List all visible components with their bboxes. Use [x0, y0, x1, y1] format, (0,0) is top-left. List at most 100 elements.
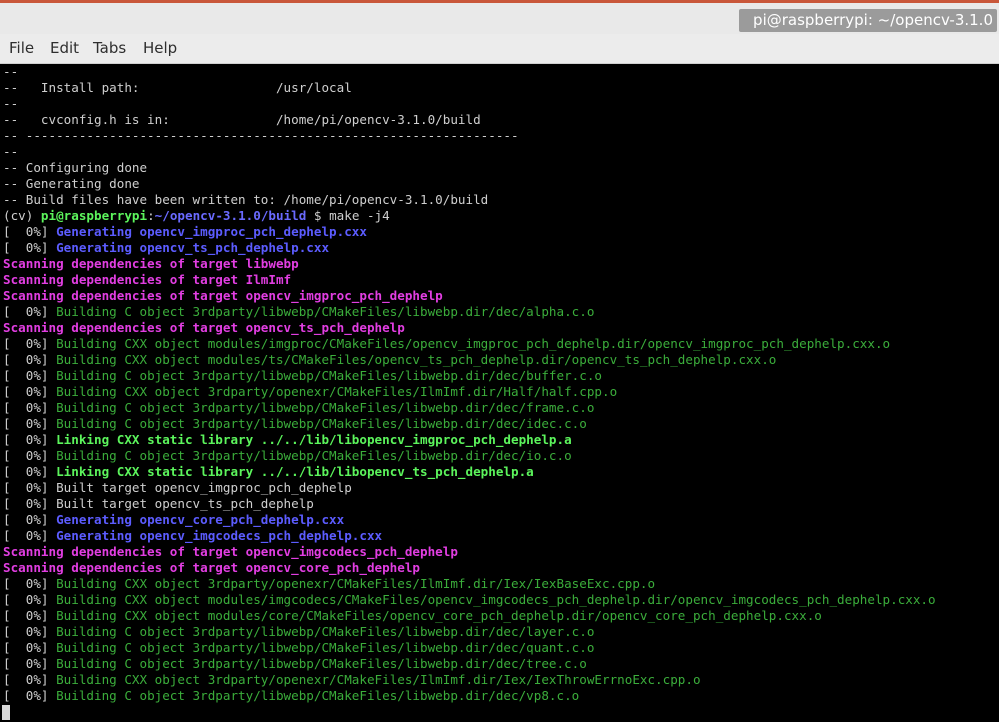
terminal-line: [ 0%] Generating opencv_imgcodecs_pch_de…: [3, 528, 936, 544]
build-message: Building C object 3rdparty/libwebp/CMake…: [56, 448, 572, 463]
progress-prefix: [ 0%]: [3, 432, 57, 447]
build-message: Building C object 3rdparty/libwebp/CMake…: [56, 640, 595, 655]
window-title: pi@raspberrypi: ~/opencv-3.1.0: [739, 9, 997, 32]
terminal-line: [ 0%] Built target opencv_ts_pch_dephelp: [3, 496, 314, 511]
terminal-line: [ 0%] Building C object 3rdparty/libwebp…: [3, 400, 936, 416]
progress-prefix: [ 0%]: [3, 576, 57, 591]
progress-prefix: [ 0%]: [3, 608, 57, 623]
progress-prefix: [ 0%]: [3, 464, 57, 479]
menu-help[interactable]: Help: [143, 39, 177, 57]
terminal-line: [ 0%] Building C object 3rdparty/libwebp…: [3, 640, 936, 656]
terminal-output[interactable]: -- -- Install path: /usr/local -- -- cvc…: [0, 64, 999, 722]
terminal-line: [ 0%] Building C object 3rdparty/libwebp…: [3, 624, 936, 640]
build-message: Building C object 3rdparty/libwebp/CMake…: [56, 416, 587, 431]
progress-prefix: [ 0%]: [3, 672, 57, 687]
progress-prefix: [ 0%]: [3, 624, 57, 639]
progress-prefix: [ 0%]: [3, 336, 57, 351]
build-message: Building CXX object modules/ts/CMakeFile…: [56, 352, 777, 367]
menu-tabs[interactable]: Tabs: [93, 39, 126, 57]
terminal-line: [ 0%] Building C object 3rdparty/libwebp…: [3, 656, 936, 672]
build-message: Building C object 3rdparty/libwebp/CMake…: [56, 400, 595, 415]
progress-prefix: [ 0%]: [3, 400, 57, 415]
build-message: Generating opencv_core_pch_dephelp.cxx: [56, 512, 345, 527]
terminal-line: -- Configuring done: [3, 160, 148, 175]
progress-prefix: [ 0%]: [3, 384, 57, 399]
progress-prefix: [ 0%]: [3, 448, 57, 463]
terminal-cursor: [2, 705, 10, 720]
terminal-line: [ 0%] Building CXX object 3rdparty/opene…: [3, 576, 936, 592]
progress-prefix: [ 0%]: [3, 304, 57, 319]
terminal-line: [ 0%] Building C object 3rdparty/libwebp…: [3, 304, 936, 320]
build-message: Generating opencv_ts_pch_dephelp.cxx: [56, 240, 330, 255]
terminal-line: -- Install path: /usr/local: [3, 80, 352, 95]
build-message: Building C object 3rdparty/libwebp/CMake…: [56, 624, 595, 639]
terminal-line: Scanning dependencies of target opencv_i…: [3, 544, 458, 559]
build-message: Building CXX object 3rdparty/openexr/CMa…: [56, 384, 618, 399]
build-message: Building C object 3rdparty/libwebp/CMake…: [56, 368, 602, 383]
progress-prefix: [ 0%]: [3, 528, 57, 543]
terminal-line: [ 0%] Building C object 3rdparty/libwebp…: [3, 368, 936, 384]
terminal-window: pi@raspberrypi: ~/opencv-3.1.0 File Edit…: [0, 0, 999, 722]
menu-bar: File Edit Tabs Help: [0, 34, 999, 64]
terminal-line: [ 0%] Generating opencv_ts_pch_dephelp.c…: [3, 240, 936, 256]
terminal-line: [ 0%] Building CXX object 3rdparty/opene…: [3, 672, 936, 688]
terminal-line: Scanning dependencies of target opencv_i…: [3, 288, 443, 303]
build-message: Generating opencv_imgproc_pch_dephelp.cx…: [56, 224, 367, 239]
build-message: Building CXX object 3rdparty/openexr/CMa…: [56, 672, 701, 687]
progress-prefix: [ 0%]: [3, 352, 57, 367]
progress-prefix: [ 0%]: [3, 688, 57, 703]
terminal-line: [ 0%] Linking CXX static library ../../l…: [3, 464, 936, 480]
terminal-line: [ 0%] Building CXX object modules/core/C…: [3, 608, 936, 624]
terminal-line: [ 0%] Linking CXX static library ../../l…: [3, 432, 936, 448]
terminal-line: Scanning dependencies of target opencv_c…: [3, 560, 421, 575]
prompt-command: make -j4: [329, 208, 390, 223]
terminal-line: --: [3, 144, 19, 159]
menu-file[interactable]: File: [9, 39, 34, 57]
terminal-line: [ 0%] Building C object 3rdparty/libwebp…: [3, 688, 936, 704]
progress-prefix: [ 0%]: [3, 592, 57, 607]
build-message: Building CXX object modules/imgcodecs/CM…: [56, 592, 936, 607]
terminal-line: -- -------------------------------------…: [3, 128, 519, 143]
terminal-line: [ 0%] Building CXX object modules/imgcod…: [3, 592, 936, 608]
progress-prefix: [ 0%]: [3, 416, 57, 431]
prompt-path: ~/opencv-3.1.0/build: [154, 208, 307, 223]
build-message: Building CXX object modules/imgproc/CMak…: [56, 336, 891, 351]
prompt-colon: :: [147, 208, 155, 223]
build-message: Building C object 3rdparty/libwebp/CMake…: [56, 304, 595, 319]
terminal-line: -- cvconfig.h is in: /home/pi/opencv-3.1…: [3, 112, 481, 127]
progress-prefix: [ 0%]: [3, 656, 57, 671]
terminal-line: [ 0%] Building C object 3rdparty/libwebp…: [3, 448, 936, 464]
prompt-env: (cv): [3, 208, 41, 223]
terminal-line: Scanning dependencies of target IlmImf: [3, 272, 292, 287]
progress-prefix: [ 0%]: [3, 240, 57, 255]
build-message: Linking CXX static library ../../lib/lib…: [56, 432, 572, 447]
progress-prefix: [ 0%]: [3, 512, 57, 527]
build-message: Building CXX object 3rdparty/openexr/CMa…: [56, 576, 656, 591]
progress-prefix: [ 0%]: [3, 224, 57, 239]
build-message: Building C object 3rdparty/libwebp/CMake…: [56, 656, 587, 671]
terminal-line: -- Generating done: [3, 176, 140, 191]
title-bar[interactable]: pi@raspberrypi: ~/opencv-3.1.0: [0, 0, 999, 34]
terminal-line: --: [3, 64, 19, 79]
terminal-line: [ 0%] Building C object 3rdparty/libwebp…: [3, 416, 936, 432]
terminal-line: [ 0%] Built target opencv_imgproc_pch_de…: [3, 480, 352, 495]
terminal-line: Scanning dependencies of target opencv_t…: [3, 320, 405, 335]
terminal-line: [ 0%] Building CXX object modules/imgpro…: [3, 336, 936, 352]
terminal-line: [ 0%] Generating opencv_core_pch_dephelp…: [3, 512, 936, 528]
build-message: Generating opencv_imgcodecs_pch_dephelp.…: [56, 528, 383, 543]
progress-prefix: [ 0%]: [3, 640, 57, 655]
terminal-line: -- Build files have been written to: /ho…: [3, 192, 489, 207]
terminal-line: Scanning dependencies of target libwebp: [3, 256, 299, 271]
menu-edit[interactable]: Edit: [50, 39, 79, 57]
prompt-userhost: pi@raspberrypi: [40, 208, 148, 223]
build-message: Building CXX object modules/core/CMakeFi…: [56, 608, 822, 623]
terminal-line: [ 0%] Building CXX object modules/ts/CMa…: [3, 352, 936, 368]
prompt-dollar: $: [306, 208, 330, 223]
build-message: Building C object 3rdparty/libwebp/CMake…: [56, 688, 580, 703]
progress-prefix: [ 0%]: [3, 368, 57, 383]
prompt-line: (cv) pi@raspberrypi:~/opencv-3.1.0/build…: [3, 208, 936, 224]
terminal-lines: -- -- Install path: /usr/local -- -- cvc…: [3, 64, 936, 704]
terminal-line: --: [3, 96, 19, 111]
terminal-line: [ 0%] Generating opencv_imgproc_pch_deph…: [3, 224, 936, 240]
terminal-line: [ 0%] Building CXX object 3rdparty/opene…: [3, 384, 936, 400]
